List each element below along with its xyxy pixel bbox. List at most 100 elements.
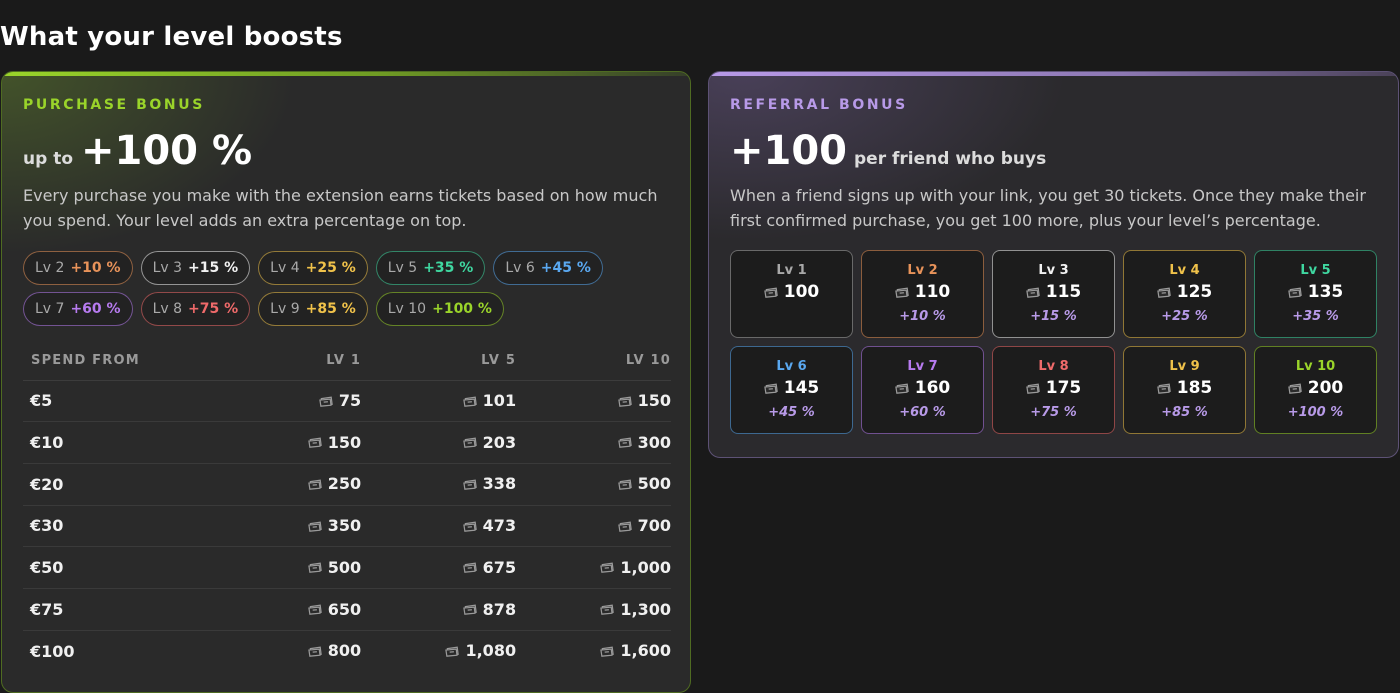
tile-level: Lv 5 <box>1300 263 1331 278</box>
ticket-icon <box>894 286 910 298</box>
level-pill: Lv 3 +15 % <box>140 251 251 285</box>
tile-tickets: 135 <box>1287 282 1344 302</box>
tile-tickets: 125 <box>1156 282 1213 302</box>
referral-bonus-headline: +100 per friend who buys <box>730 128 1046 174</box>
ticket-amount: 203 <box>462 432 517 452</box>
ticket-amount: 675 <box>462 557 517 577</box>
tile-level: Lv 4 <box>1169 263 1200 278</box>
referral-level-tile: Lv 7 160 +60 % <box>861 346 984 434</box>
tickets-lv5-cell: 101 <box>361 380 517 423</box>
table-row: €100 800 1,080 1,600 <box>23 630 671 672</box>
tile-ticket-value: 200 <box>1307 378 1344 398</box>
tile-level: Lv 6 <box>776 359 807 374</box>
level-pill: Lv 10 +100 % <box>375 292 504 326</box>
tile-ticket-value: 145 <box>783 378 820 398</box>
ticket-amount: 150 <box>308 433 361 452</box>
tile-tickets: 145 <box>763 378 820 398</box>
level-pill: Lv 4 +25 % <box>258 251 368 285</box>
ticket-value: 500 <box>637 474 671 494</box>
level-pill: Lv 8 +75 % <box>140 292 251 326</box>
spend-amount-cell: €30 <box>23 505 196 548</box>
level-pill: Lv 5 +35 % <box>375 251 486 285</box>
tile-ticket-value: 185 <box>1176 378 1213 398</box>
spend-amount: €50 <box>30 558 64 578</box>
tile-percent: +85 % <box>1161 405 1208 420</box>
tickets-lv5-cell: 473 <box>361 505 517 548</box>
tile-percent: +45 % <box>768 405 815 420</box>
ticket-amount: 700 <box>617 516 671 535</box>
tile-level: Lv 10 <box>1295 359 1336 374</box>
headline-value: +100 % <box>81 128 253 174</box>
tile-percent: +10 % <box>899 309 946 324</box>
tickets-lv5-cell: 878 <box>361 588 517 631</box>
spend-amount: €100 <box>30 641 75 661</box>
ticket-amount: 250 <box>308 474 361 493</box>
referral-level-tile: Lv 3 115 +15 % <box>992 250 1115 338</box>
header-lv10: LV 10 <box>516 342 671 381</box>
tickets-lv1-cell: 650 <box>195 588 362 631</box>
tile-tickets: 100 <box>763 282 820 302</box>
level-pill: Lv 2 +10 % <box>23 251 133 285</box>
ticket-icon <box>462 478 478 490</box>
ticket-icon <box>617 520 633 532</box>
ticket-amount: 650 <box>308 600 361 619</box>
pill-level: Lv 2 <box>35 260 65 276</box>
tile-level: Lv 1 <box>776 263 807 278</box>
tile-ticket-value: 100 <box>783 282 820 302</box>
tickets-lv5-cell: 675 <box>361 546 517 589</box>
ticket-amount: 1,600 <box>600 641 671 660</box>
ticket-icon <box>319 395 334 407</box>
ticket-value: 878 <box>482 599 517 619</box>
table-row: €75 650 878 1,300 <box>23 588 671 631</box>
table-row: €20 250 338 500 <box>23 463 671 506</box>
purchase-bonus-card: PURCHASE BONUS up to +100 % Every purcha… <box>1 71 691 693</box>
tickets-lv1-cell: 250 <box>195 463 362 506</box>
tile-ticket-value: 125 <box>1176 282 1213 302</box>
purchase-bonus-headline: up to +100 % <box>23 128 252 174</box>
tickets-lv10-cell: 150 <box>516 380 671 423</box>
tickets-lv5-cell: 1,080 <box>361 630 516 672</box>
ticket-icon <box>462 436 478 449</box>
ticket-icon <box>308 436 323 449</box>
spend-amount: €30 <box>30 516 64 536</box>
ticket-value: 675 <box>482 557 517 577</box>
ticket-value: 203 <box>482 432 517 452</box>
ticket-icon <box>617 395 633 407</box>
table-row: €10 150 203 300 <box>23 421 671 464</box>
tile-ticket-value: 160 <box>914 378 951 398</box>
tickets-lv5-cell: 203 <box>361 421 517 464</box>
tickets-lv10-cell: 1,600 <box>516 630 671 672</box>
pill-level: Lv 8 <box>152 301 183 317</box>
tile-tickets: 185 <box>1156 378 1213 398</box>
ticket-amount: 1,000 <box>600 558 671 577</box>
tickets-lv1-cell: 350 <box>195 505 362 548</box>
ticket-icon <box>462 395 478 407</box>
pill-level: Lv 4 <box>270 260 300 276</box>
ticket-value: 338 <box>482 474 517 494</box>
referral-level-tile: Lv 6 145 +45 % <box>730 346 853 434</box>
tile-tickets: 110 <box>894 282 950 302</box>
referral-level-tile: Lv 4 125 +25 % <box>1123 250 1246 338</box>
ticket-value: 473 <box>482 516 517 536</box>
table-row: €30 350 473 700 <box>23 505 671 548</box>
ticket-amount: 300 <box>617 432 671 452</box>
tile-ticket-value: 135 <box>1307 282 1344 302</box>
ticket-icon <box>1025 382 1041 394</box>
level-pill: Lv 9 +85 % <box>258 292 368 326</box>
pill-level: Lv 6 <box>505 260 535 276</box>
referral-level-tile: Lv 9 185 +85 % <box>1123 346 1246 434</box>
tile-level: Lv 7 <box>907 359 938 374</box>
referral-level-tile: Lv 5 135 +35 % <box>1254 250 1377 338</box>
table-row: €5 75 101 150 <box>23 380 671 423</box>
table-row: €50 500 675 1,000 <box>23 546 671 589</box>
ticket-icon <box>308 520 323 532</box>
level-pill: Lv 7 +60 % <box>23 292 133 326</box>
tickets-lv1-cell: 500 <box>195 546 362 589</box>
referral-level-tile: Lv 1 100 <box>730 250 853 338</box>
ticket-value: 1,300 <box>620 599 671 619</box>
spend-amount-cell: €50 <box>23 546 196 589</box>
ticket-icon <box>617 478 633 490</box>
ticket-icon <box>462 603 478 615</box>
ticket-value: 300 <box>637 432 671 452</box>
tile-level: Lv 8 <box>1038 359 1069 374</box>
